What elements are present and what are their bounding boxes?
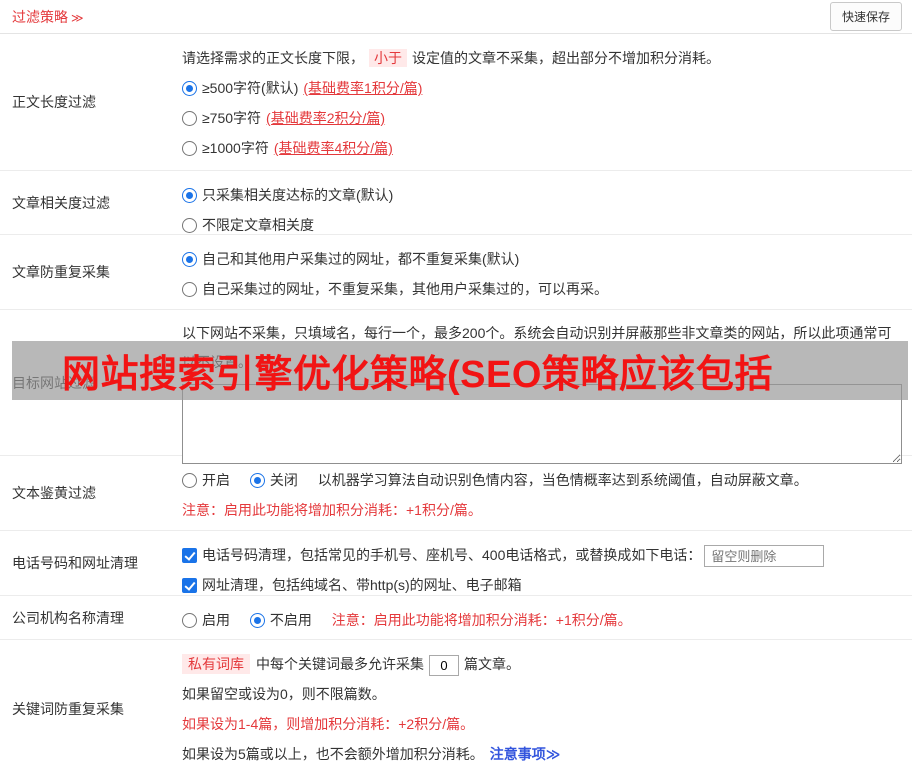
target-site-filter-label: 目标网站过滤 xyxy=(12,374,96,391)
row-keyword-dedup: 关键词防重复采集 私有词库中每个关键词最多允许采集 篇文章。 如果留空或设为0，则… xyxy=(0,640,912,768)
intro-after: 设定值的文章不采集，超出部分不增加积分消耗。 xyxy=(412,50,720,66)
row-phone-url-clean: 电话号码和网址清理 电话号码清理，包括常见的手机号、座机号、400电话格式，或替… xyxy=(0,531,912,596)
target-site-filter-desc: 以下网站不采集，只填域名，每行一个，最多200个。系统会自动识别并屏蔽那些非文章… xyxy=(182,325,892,370)
company-clean-content: 启用 不启用 注意：启用此功能将增加积分消耗：+1积分/篇。 xyxy=(170,596,912,639)
length-filter-label: 正文长度过滤 xyxy=(12,94,96,110)
relevance-option-default[interactable]: 只采集相关度达标的文章(默认) xyxy=(182,180,902,210)
length-option-1000-text: ≥1000字符 xyxy=(202,140,269,156)
relevance-option-unlimited-text: 不限定文章相关度 xyxy=(202,217,314,233)
length-option-500-note: (基础费率1积分/篇) xyxy=(303,80,423,96)
length-filter-content: 请选择需求的正文长度下限， 小于 设定值的文章不采集，超出部分不增加积分消耗。 ≥5… xyxy=(170,34,912,170)
radio-icon xyxy=(182,188,197,203)
url-clean-text: 网址清理，包括纯域名、带http(s)的网址、电子邮箱 xyxy=(202,577,522,593)
row-article-dedup: 文章防重复采集 自己和其他用户采集过的网址，都不重复采集(默认) 自己采集过的网… xyxy=(0,235,912,310)
dedup-option-all-users[interactable]: 自己和其他用户采集过的网址，都不重复采集(默认) xyxy=(182,244,902,274)
dedup-option-self-only-text: 自己采集过的网址，不重复采集，其他用户采集过的，可以再采。 xyxy=(202,281,608,297)
radio-icon xyxy=(249,473,265,488)
dedup-option-all-users-text: 自己和其他用户采集过的网址，都不重复采集(默认) xyxy=(202,251,520,267)
phone-clean-option[interactable]: 电话号码清理，包括常见的手机号、座机号、400电话格式，或替换成如下电话： xyxy=(182,540,902,570)
notice-link[interactable]: 注意事项≫ xyxy=(490,746,561,762)
radio-icon xyxy=(182,81,197,96)
replacement-phone-input[interactable] xyxy=(704,545,825,568)
row-company-clean: 公司机构名称清理 启用 不启用 注意：启用此功能将增加积分消耗：+1积分/篇。 xyxy=(0,596,912,640)
radio-icon xyxy=(182,252,197,267)
article-dedup-content: 自己和其他用户采集过的网址，都不重复采集(默认) 自己采集过的网址，不重复采集，… xyxy=(170,235,912,309)
length-option-750[interactable]: ≥750字符 (基础费率2积分/篇) xyxy=(182,103,902,133)
intro-highlight: 小于 xyxy=(369,49,407,67)
radio-icon xyxy=(182,473,197,488)
porn-filter-content: 开启 关闭 以机器学习算法自动识别色情内容，当色情概率达到系统阈值，自动屏蔽文章… xyxy=(170,456,912,530)
radio-icon xyxy=(249,613,265,628)
header-bar: 过滤策略 ≫ 快速保存 xyxy=(0,0,912,34)
porn-filter-options: 开启 关闭 以机器学习算法自动识别色情内容，当色情概率达到系统阈值，自动屏蔽文章… xyxy=(182,465,902,495)
article-dedup-label: 文章防重复采集 xyxy=(12,264,110,280)
length-option-500-text: ≥500字符(默认) xyxy=(202,80,299,96)
company-clean-note: 注意：启用此功能将增加积分消耗：+1积分/篇。 xyxy=(331,612,632,628)
checkbox-icon xyxy=(182,578,197,593)
length-filter-intro: 请选择需求的正文长度下限， 小于 设定值的文章不采集，超出部分不增加积分消耗。 xyxy=(182,43,902,73)
company-option-enable[interactable]: 启用 xyxy=(182,612,230,628)
radio-icon xyxy=(182,613,197,628)
radio-icon xyxy=(182,218,197,233)
length-option-750-text: ≥750字符 xyxy=(202,110,262,126)
relevance-filter-label: 文章相关度过滤 xyxy=(12,194,110,211)
page-title[interactable]: 过滤策略 ≫ xyxy=(12,7,84,27)
target-site-filter-content: 以下网站不采集，只填域名，每行一个，最多200个。系统会自动识别并屏蔽那些非文章… xyxy=(170,310,912,464)
porn-option-off[interactable]: 关闭 xyxy=(249,472,298,488)
private-lexicon-tag: 私有词库 xyxy=(182,654,250,674)
row-relevance-filter: 文章相关度过滤 只采集相关度达标的文章(默认) 不限定文章相关度 xyxy=(0,171,912,235)
checkbox-icon xyxy=(182,548,197,563)
intro-before: 请选择需求的正文长度下限， xyxy=(182,50,364,66)
company-option-enable-text: 启用 xyxy=(202,612,230,628)
porn-filter-desc: 以机器学习算法自动识别色情内容，当色情概率达到系统阈值，自动屏蔽文章。 xyxy=(317,472,808,488)
phone-clean-text: 电话号码清理，包括常见的手机号、座机号、400电话格式，或替换成如下电话： xyxy=(202,547,702,563)
company-clean-options: 启用 不启用 注意：启用此功能将增加积分消耗：+1积分/篇。 xyxy=(182,605,902,635)
keyword-dedup-line4: 如果设为5篇或以上，也不会额外增加积分消耗。 注意事项≫ xyxy=(182,739,902,768)
keyword-dedup-line2: 如果留空或设为0，则不限篇数。 xyxy=(182,686,386,702)
length-option-500[interactable]: ≥500字符(默认) (基础费率1积分/篇) xyxy=(182,73,902,103)
length-option-1000[interactable]: ≥1000字符 (基础费率4积分/篇) xyxy=(182,133,902,163)
keyword-dedup-content: 私有词库中每个关键词最多允许采集 篇文章。 如果留空或设为0，则不限篇数。 如果设… xyxy=(170,640,912,768)
relevance-option-default-text: 只采集相关度达标的文章(默认) xyxy=(202,187,394,203)
company-clean-label: 公司机构名称清理 xyxy=(12,609,124,626)
length-option-1000-note: (基础费率4积分/篇) xyxy=(273,140,393,156)
row-length-filter: 正文长度过滤 请选择需求的正文长度下限， 小于 设定值的文章不采集，超出部分不增加积… xyxy=(0,34,912,171)
porn-option-on[interactable]: 开启 xyxy=(182,472,230,488)
radio-icon xyxy=(182,111,197,126)
keyword-dedup-line1-end: 篇文章。 xyxy=(464,656,520,672)
phone-url-clean-label: 电话号码和网址清理 xyxy=(12,555,138,571)
filter-strategy-page: 过滤策略 ≫ 快速保存 正文长度过滤 请选择需求的正文长度下限， 小于 设定值的文章不… xyxy=(0,0,912,768)
keyword-dedup-line3: 如果设为1-4篇，则增加积分消耗：+2积分/篇。 xyxy=(182,716,475,732)
row-porn-filter: 文本鉴黄过滤 开启 关闭 以机器学习算法自动识别色情内容，当色情概率达到系统阈值… xyxy=(0,456,912,531)
radio-icon xyxy=(182,282,197,297)
quick-save-button[interactable]: 快速保存 xyxy=(829,2,902,31)
company-option-disable-text: 不启用 xyxy=(269,612,312,628)
company-option-disable[interactable]: 不启用 xyxy=(249,612,312,628)
length-option-750-note: (基础费率2积分/篇) xyxy=(266,110,386,126)
porn-option-on-text: 开启 xyxy=(202,472,230,488)
porn-filter-label: 文本鉴黄过滤 xyxy=(12,485,96,501)
keyword-dedup-line4-text: 如果设为5篇或以上，也不会额外增加积分消耗。 xyxy=(182,746,484,762)
keyword-dedup-line1: 私有词库中每个关键词最多允许采集 篇文章。 xyxy=(182,649,902,679)
porn-filter-note: 注意：启用此功能将增加积分消耗：+1积分/篇。 xyxy=(182,502,482,518)
row-target-site-filter: 目标网站过滤 以下网站不采集，只填域名，每行一个，最多200个。系统会自动识别并… xyxy=(0,310,912,464)
dedup-option-self-only[interactable]: 自己采集过的网址，不重复采集，其他用户采集过的，可以再采。 xyxy=(182,274,902,304)
blocked-sites-textarea[interactable] xyxy=(182,384,902,464)
relevance-filter-content: 只采集相关度达标的文章(默认) 不限定文章相关度 xyxy=(170,171,912,234)
keyword-dedup-line1-mid: 中每个关键词最多允许采集 xyxy=(256,656,424,672)
page-title-text: 过滤策略 xyxy=(12,8,68,25)
porn-option-off-text: 关闭 xyxy=(269,472,298,488)
radio-icon xyxy=(182,141,197,156)
phone-url-clean-content: 电话号码清理，包括常见的手机号、座机号、400电话格式，或替换成如下电话： 网址… xyxy=(170,531,912,595)
keyword-dedup-label: 关键词防重复采集 xyxy=(12,700,124,717)
max-articles-input[interactable] xyxy=(429,654,459,676)
chevron-icon: ≫ xyxy=(71,10,84,25)
